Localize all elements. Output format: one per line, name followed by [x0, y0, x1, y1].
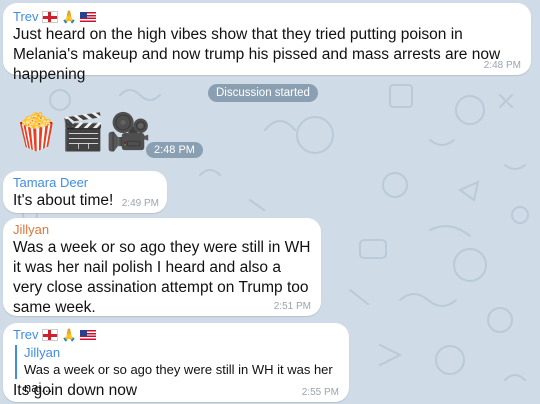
message-bubble[interactable]: Trev 🙏 Jillyan Was a week or so ago they… [3, 323, 349, 402]
message-sender: Trev 🙏 [13, 327, 97, 343]
message-bubble[interactable]: Jillyan Was a week or so ago they were s… [3, 218, 321, 316]
england-flag-icon [41, 329, 58, 341]
england-flag-icon [41, 11, 58, 23]
message-sender: Trev 🙏 [13, 9, 97, 25]
sender-name: Trev [13, 9, 39, 24]
message-text: It's about time! [13, 192, 114, 209]
praying-hands-icon: 🙏 [61, 328, 77, 342]
message-time: 2:51 PM [273, 301, 311, 312]
message-time: 2:55 PM [301, 387, 339, 398]
discussion-divider: Discussion started [208, 84, 318, 102]
message-time: 2:48 PM [483, 60, 521, 71]
us-flag-icon [80, 330, 97, 340]
us-flag-icon [80, 12, 97, 22]
reply-quote[interactable]: Jillyan Was a week or so ago they were s… [15, 345, 344, 395]
message-sender: Tamara Deer [13, 175, 88, 191]
sender-name: Tamara Deer [13, 175, 89, 190]
message-text: Just heard on the high vibes show that t… [13, 26, 501, 83]
reply-quote-sender: Jillyan [24, 345, 61, 360]
message-text: Its goin down now [13, 382, 138, 399]
message-bubble[interactable]: Trev 🙏 Just heard on the high vibes show… [3, 3, 531, 83]
praying-hands-icon: 🙏 [61, 10, 77, 24]
message-bubble[interactable]: Tamara Deer It's about time! 2:49 PM [3, 171, 167, 213]
message-time: 2:49 PM [121, 198, 159, 209]
movie-camera-icon: 🎥 [106, 111, 151, 152]
sender-name: Trev [13, 327, 39, 342]
emoji-message[interactable]: 🍿 🎬 🎥 2:48 PM [14, 108, 204, 160]
message-time: 2:48 PM [146, 142, 203, 158]
message-text: Was a week or so ago they were still in … [13, 239, 311, 316]
clapperboard-icon: 🎬 [60, 111, 105, 152]
sender-name: Jillyan [13, 222, 50, 237]
popcorn-icon: 🍿 [14, 111, 59, 152]
message-sender: Jillyan [13, 222, 49, 238]
